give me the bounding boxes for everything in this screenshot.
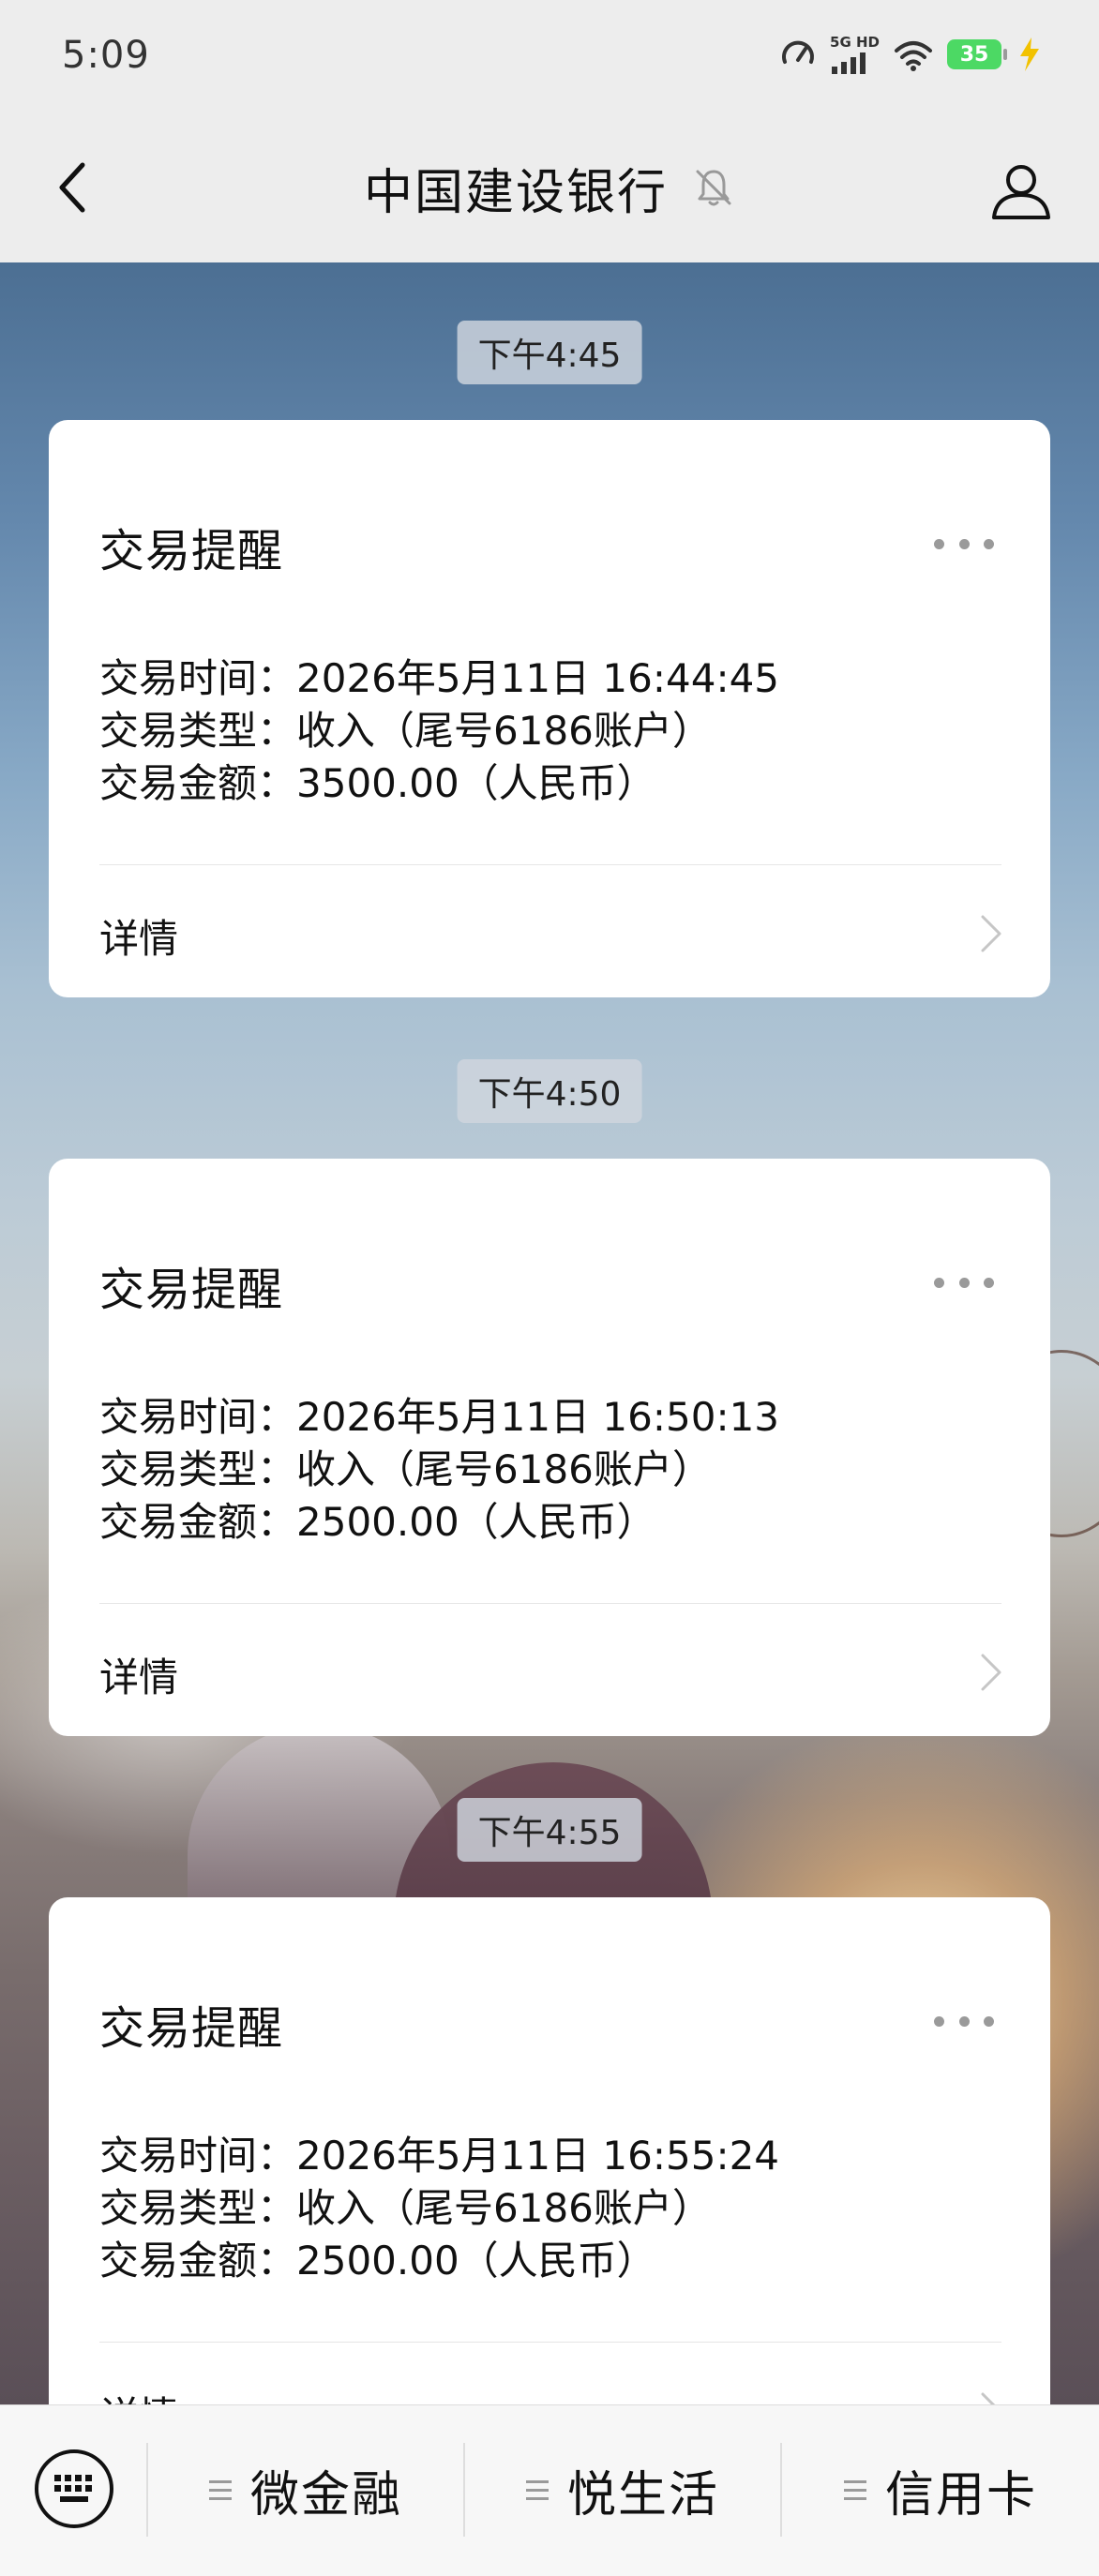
network-label: 5G HD xyxy=(830,33,880,51)
transaction-type: 交易类型：收入（尾号6186账户） xyxy=(99,1446,712,1492)
chevron-right-icon xyxy=(981,2392,996,2404)
card-title: 交易提醒 xyxy=(99,2002,284,2055)
message-time: 下午4:45 xyxy=(457,321,642,384)
transaction-amount: 交易金额：2500.00（人民币） xyxy=(99,1499,656,1545)
menu-item-label: 微金融 xyxy=(249,2466,402,2524)
transaction-card[interactable]: 交易提醒 交易时间：2026年5月11日 16:50:13 交易类型：收入（尾号… xyxy=(49,1159,1050,1736)
card-body: 交易时间：2026年5月11日 16:50:13 交易类型：收入（尾号6186账… xyxy=(99,1391,779,1549)
transaction-time: 交易时间：2026年5月11日 16:44:45 xyxy=(99,655,780,701)
status-bar: 5:09 5G HD 35 xyxy=(0,0,1099,112)
mute-bell-icon xyxy=(696,170,731,206)
battery-icon: 35 xyxy=(947,39,1007,69)
keyboard-icon[interactable] xyxy=(32,2447,116,2531)
card-body: 交易时间：2026年5月11日 16:55:24 交易类型：收入（尾号6186账… xyxy=(99,2130,779,2287)
chevron-right-icon xyxy=(981,1654,1001,1691)
chat-header: 中国建设银行 xyxy=(0,112,1099,262)
card-title: 交易提醒 xyxy=(99,525,284,577)
menu-lines-icon xyxy=(525,2479,549,2500)
transaction-card[interactable]: 交易提醒 交易时间：2026年5月11日 16:55:24 交易类型：收入（尾号… xyxy=(49,1897,1050,2404)
details-link[interactable]: 详情 xyxy=(99,1646,178,1703)
bottom-menu-bar: 微金融 悦生活 信用卡 xyxy=(0,2404,1099,2576)
transaction-amount: 交易金额：2500.00（人民币） xyxy=(99,2238,656,2284)
menu-item-credit-card[interactable]: 信用卡 xyxy=(782,2443,1099,2537)
signal-icon xyxy=(832,52,866,74)
charging-bolt-icon xyxy=(1020,37,1039,71)
transaction-type: 交易类型：收入（尾号6186账户） xyxy=(99,2185,712,2231)
header-title-group: 中国建设银行 xyxy=(0,157,1099,221)
transaction-amount: 交易金额：3500.00（人民币） xyxy=(99,760,656,806)
message-time: 下午4:55 xyxy=(457,1798,642,1862)
more-options-icon[interactable] xyxy=(934,1275,994,1290)
status-time: 5:09 xyxy=(62,34,150,77)
card-divider xyxy=(99,2342,1001,2343)
menu-item-micro-finance[interactable]: 微金融 xyxy=(148,2443,463,2537)
battery-level: 35 xyxy=(959,42,989,67)
profile-icon[interactable] xyxy=(988,157,1054,223)
transaction-type: 交易类型：收入（尾号6186账户） xyxy=(99,708,712,754)
card-divider xyxy=(99,1603,1001,1604)
chat-area[interactable]: 下午4:45 交易提醒 交易时间：2026年5月11日 16:44:45 交易类… xyxy=(0,262,1099,2404)
menu-lines-icon xyxy=(208,2479,232,2500)
page-title: 中国建设银行 xyxy=(363,164,668,221)
transaction-time: 交易时间：2026年5月11日 16:50:13 xyxy=(99,1394,780,1440)
status-icons: 5G HD 35 xyxy=(779,32,1043,77)
wifi-icon xyxy=(895,41,932,71)
details-link[interactable]: 详情 xyxy=(99,907,178,965)
card-body: 交易时间：2026年5月11日 16:44:45 交易类型：收入（尾号6186账… xyxy=(99,652,779,810)
menu-item-label: 悦生活 xyxy=(566,2466,719,2524)
more-options-icon[interactable] xyxy=(934,2014,994,2029)
message-time: 下午4:50 xyxy=(457,1059,642,1123)
card-title: 交易提醒 xyxy=(99,1264,284,1316)
menu-item-life[interactable]: 悦生活 xyxy=(465,2443,780,2537)
card-divider xyxy=(99,864,1001,865)
chevron-right-icon xyxy=(981,915,1001,952)
menu-lines-icon xyxy=(843,2479,866,2500)
transaction-time: 交易时间：2026年5月11日 16:55:24 xyxy=(99,2133,780,2179)
speed-meter-icon xyxy=(782,40,814,64)
more-options-icon[interactable] xyxy=(934,536,994,551)
transaction-card[interactable]: 交易提醒 交易时间：2026年5月11日 16:44:45 交易类型：收入（尾号… xyxy=(49,420,1050,997)
menu-item-label: 信用卡 xyxy=(884,2466,1037,2524)
details-link[interactable]: 详情 xyxy=(99,2385,178,2404)
